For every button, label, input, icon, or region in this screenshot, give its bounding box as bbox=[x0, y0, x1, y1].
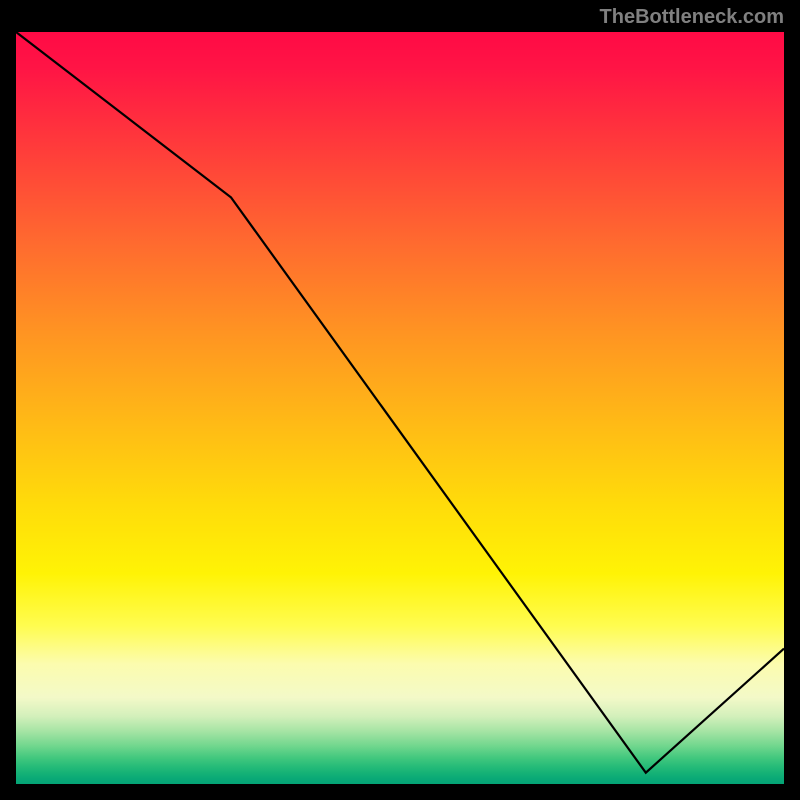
chart-gradient-background bbox=[16, 32, 784, 784]
chart-frame bbox=[13, 29, 787, 787]
watermark-text: TheBottleneck.com bbox=[600, 6, 784, 29]
